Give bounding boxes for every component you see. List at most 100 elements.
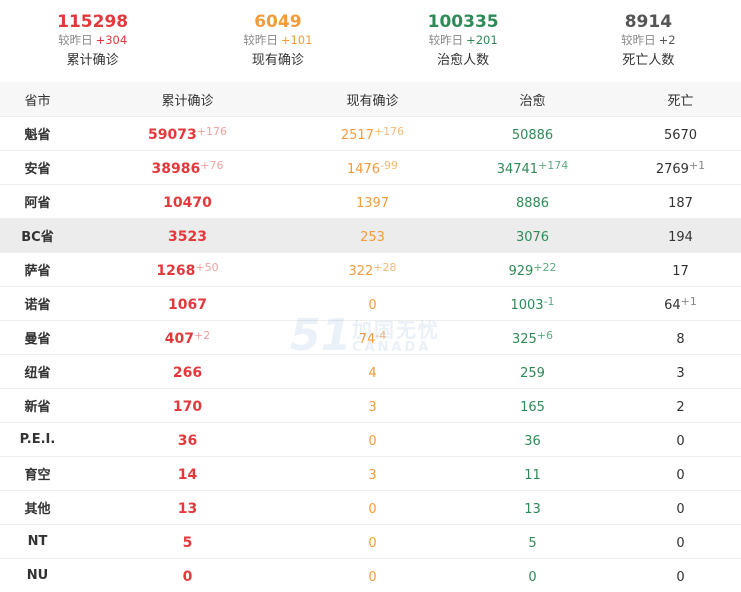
- cell-current: 74-4: [300, 321, 445, 355]
- current-value: 1476: [347, 162, 380, 177]
- table-row[interactable]: 安省38986+761476-9934741+1742769+1: [0, 151, 741, 185]
- current-value: 1397: [356, 196, 389, 211]
- deaths-value: 0: [676, 468, 684, 483]
- current-value: 3: [368, 468, 376, 483]
- recovered-increase: +22: [533, 261, 556, 274]
- cell-province: 其他: [0, 491, 75, 525]
- cell-deaths: 2769+1: [620, 151, 741, 185]
- stat-delta-label: 较昨日: [58, 33, 93, 47]
- cell-deaths: 187: [620, 185, 741, 219]
- cell-deaths: 0: [620, 559, 741, 592]
- stat-delta-label: 较昨日: [243, 33, 278, 47]
- table-row[interactable]: BC省35232533076194: [0, 219, 741, 253]
- cumulative-value: 266: [173, 365, 202, 381]
- table-row[interactable]: 魁省59073+1762517+176508865670: [0, 117, 741, 151]
- cell-current: 1476-99: [300, 151, 445, 185]
- cumulative-increase: +50: [195, 261, 218, 274]
- stat-1: 6049较昨日+101现有确诊: [185, 0, 370, 82]
- cell-recovered: 325+6: [445, 321, 620, 355]
- table-row[interactable]: 其他130130: [0, 491, 741, 525]
- cumulative-value: 1268: [156, 263, 195, 279]
- cell-cumulative: 10470: [75, 185, 300, 219]
- stat-delta: 较昨日+304: [0, 33, 185, 48]
- current-increase: +176: [374, 125, 404, 138]
- cumulative-value: 407: [165, 331, 194, 347]
- current-increase: +28: [373, 261, 396, 274]
- cell-deaths: 194: [620, 219, 741, 253]
- deaths-value: 2769: [656, 162, 689, 177]
- current-value: 0: [368, 536, 376, 551]
- stat-value: 8914: [556, 12, 741, 32]
- stat-value: 100335: [371, 12, 556, 32]
- table-row[interactable]: 新省17031652: [0, 389, 741, 423]
- table-row[interactable]: P.E.I.360360: [0, 423, 741, 457]
- stat-delta-value: +2: [659, 33, 676, 47]
- cell-province: NT: [0, 525, 75, 559]
- stat-label: 现有确诊: [185, 52, 370, 70]
- table-row[interactable]: 萨省1268+50322+28929+2217: [0, 253, 741, 287]
- cell-deaths: 17: [620, 253, 741, 287]
- cell-recovered: 36: [445, 423, 620, 457]
- cell-province: NU: [0, 559, 75, 592]
- current-increase: -4: [375, 329, 386, 342]
- table-header-row: 省市 累计确诊 现有确诊 治愈 死亡: [0, 82, 741, 117]
- cumulative-value: 36: [178, 433, 197, 449]
- deaths-value: 0: [676, 570, 684, 585]
- current-value: 0: [368, 570, 376, 585]
- current-value: 4: [368, 366, 376, 381]
- table-row[interactable]: 阿省10470 1397 8886187: [0, 185, 741, 219]
- cumulative-value: 13: [178, 501, 197, 517]
- cell-province: P.E.I.: [0, 423, 75, 457]
- cell-current: 0: [300, 287, 445, 321]
- recovered-value: 325: [512, 332, 537, 347]
- stat-delta-value: +304: [96, 33, 128, 47]
- cell-cumulative: 36: [75, 423, 300, 457]
- recovered-value: 13: [524, 502, 541, 517]
- cell-deaths: 5670: [620, 117, 741, 151]
- cell-cumulative: 5: [75, 525, 300, 559]
- recovered-increase: +174: [538, 159, 568, 172]
- table-row[interactable]: 育空143110: [0, 457, 741, 491]
- deaths-value: 2: [676, 400, 684, 415]
- deaths-value: 17: [672, 264, 689, 279]
- cell-recovered: 8886: [445, 185, 620, 219]
- cell-cumulative: 38986+76: [75, 151, 300, 185]
- cell-recovered: 0: [445, 559, 620, 592]
- stat-2: 100335较昨日+201治愈人数: [371, 0, 556, 82]
- cell-current: 1397: [300, 185, 445, 219]
- cell-cumulative: 59073+176: [75, 117, 300, 151]
- recovered-value: 259: [520, 366, 545, 381]
- cumulative-value: 38986: [152, 161, 201, 177]
- cell-recovered: 13: [445, 491, 620, 525]
- deaths-value: 0: [676, 536, 684, 551]
- current-value: 253: [360, 230, 385, 245]
- cell-province: BC省: [0, 219, 75, 253]
- recovered-value: 1003: [510, 298, 543, 313]
- cell-recovered: 1003-1: [445, 287, 620, 321]
- header-cumulative: 累计确诊: [75, 82, 300, 117]
- recovered-increase: -1: [544, 295, 555, 308]
- recovered-value: 5: [528, 536, 536, 551]
- current-value: 322: [348, 264, 373, 279]
- cumulative-value: 1067: [168, 297, 207, 313]
- recovered-value: 36: [524, 434, 541, 449]
- cell-recovered: 259: [445, 355, 620, 389]
- table-row[interactable]: NU0000: [0, 559, 741, 592]
- cell-recovered: 5: [445, 525, 620, 559]
- deaths-increase: +1: [681, 295, 697, 308]
- cell-province: 阿省: [0, 185, 75, 219]
- table-row[interactable]: 纽省26642593: [0, 355, 741, 389]
- table-row[interactable]: 曼省407+274-4325+68: [0, 321, 741, 355]
- table-row[interactable]: NT5050: [0, 525, 741, 559]
- cell-recovered: 34741+174: [445, 151, 620, 185]
- cell-cumulative: 0: [75, 559, 300, 592]
- cell-deaths: 2: [620, 389, 741, 423]
- recovered-value: 50886: [512, 128, 553, 143]
- current-increase: -99: [380, 159, 398, 172]
- cumulative-increase: +76: [200, 159, 223, 172]
- deaths-value: 64: [664, 298, 681, 313]
- table-row[interactable]: 诺省106701003-164+1: [0, 287, 741, 321]
- recovered-value: 11: [524, 468, 541, 483]
- stat-value: 6049: [185, 12, 370, 32]
- cumulative-value: 14: [178, 467, 197, 483]
